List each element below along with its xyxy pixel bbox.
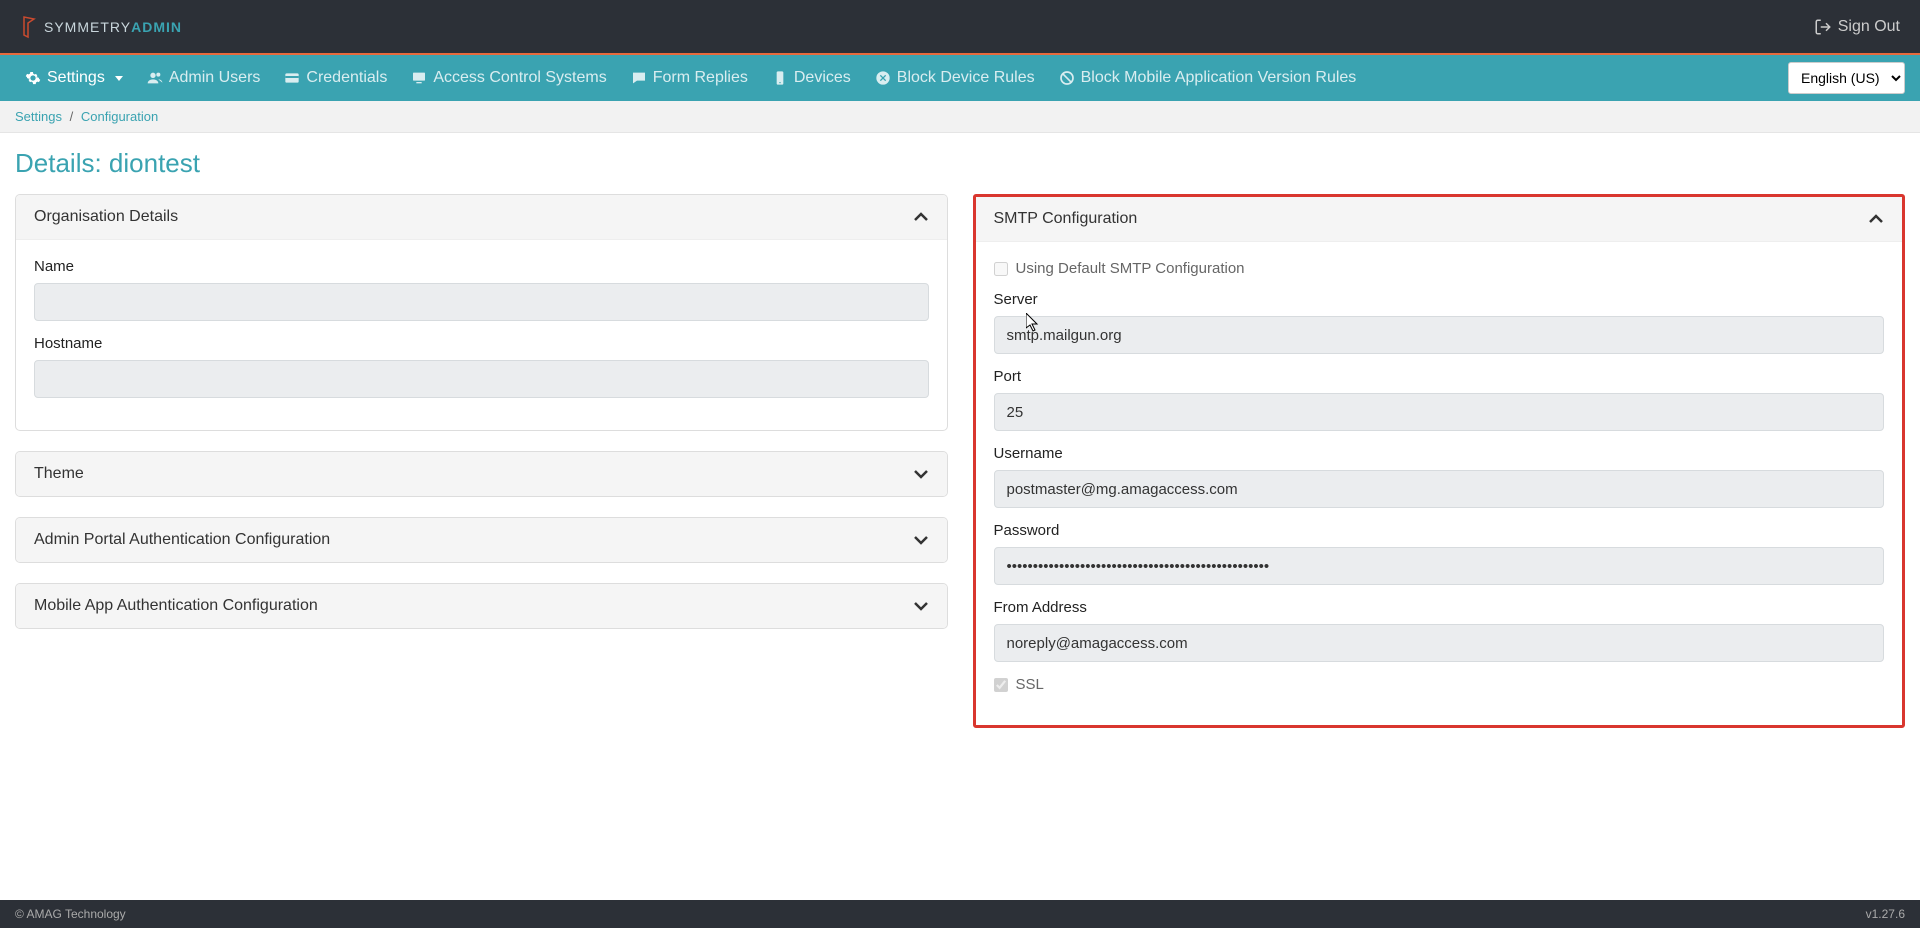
nav-devices[interactable]: Devices (762, 59, 861, 97)
panel-body-org: Name Hostname (16, 240, 947, 430)
nav-credentials-label: Credentials (306, 69, 387, 87)
nav-access-control[interactable]: Access Control Systems (401, 59, 616, 97)
footer: © AMAG Technology v1.27.6 (0, 900, 1920, 928)
sign-out-label: Sign Out (1838, 18, 1900, 36)
chevron-down-icon (913, 535, 929, 545)
label-port: Port (994, 368, 1885, 385)
nav-settings-label: Settings (47, 69, 105, 87)
panel-mobile-auth: Mobile App Authentication Configuration (15, 583, 948, 629)
nav-form-replies[interactable]: Form Replies (621, 59, 758, 97)
comment-icon (631, 70, 647, 86)
chevron-up-icon (913, 212, 929, 222)
label-from-address: From Address (994, 599, 1885, 616)
x-circle-icon (875, 70, 891, 86)
users-icon (147, 70, 163, 86)
nav-admin-users[interactable]: Admin Users (137, 59, 271, 97)
label-hostname: Hostname (34, 335, 929, 352)
panel-header-organisation-details[interactable]: Organisation Details (16, 195, 947, 240)
label-password: Password (994, 522, 1885, 539)
chevron-down-icon (913, 601, 929, 611)
ban-icon (1059, 70, 1075, 86)
gear-icon (25, 70, 41, 86)
nav-credentials[interactable]: Credentials (274, 59, 397, 97)
right-column: SMTP Configuration Using Default SMTP Co… (973, 194, 1906, 728)
breadcrumb-root[interactable]: Settings (15, 109, 62, 124)
panel-admin-auth: Admin Portal Authentication Configuratio… (15, 517, 948, 563)
nav-block-mobile-rules[interactable]: Block Mobile Application Version Rules (1049, 59, 1367, 97)
nav-left: Settings Admin Users Credentials Access … (15, 59, 1366, 97)
nav-bar: Settings Admin Users Credentials Access … (0, 55, 1920, 101)
nav-block-device-rules[interactable]: Block Device Rules (865, 59, 1045, 97)
panel-title-org: Organisation Details (34, 208, 178, 226)
label-name: Name (34, 258, 929, 275)
sign-out-button[interactable]: Sign Out (1814, 18, 1900, 36)
main-content: Details: diontest Organisation Details N… (0, 133, 1920, 743)
input-password[interactable] (994, 547, 1885, 585)
nav-block-device-rules-label: Block Device Rules (897, 69, 1035, 87)
label-use-default-smtp: Using Default SMTP Configuration (1016, 260, 1245, 277)
language-select[interactable]: English (US) (1788, 62, 1905, 94)
columns: Organisation Details Name Hostname (15, 194, 1905, 728)
card-icon (284, 70, 300, 86)
nav-form-replies-label: Form Replies (653, 69, 748, 87)
nav-settings[interactable]: Settings (15, 59, 133, 97)
checkbox-ssl[interactable] (994, 678, 1008, 692)
footer-version: v1.27.6 (1866, 907, 1905, 921)
mobile-icon (772, 70, 788, 86)
input-server[interactable] (994, 316, 1885, 354)
panel-smtp-configuration: SMTP Configuration Using Default SMTP Co… (973, 194, 1906, 728)
panel-title-admin-auth: Admin Portal Authentication Configuratio… (34, 531, 330, 549)
check-ssl: SSL (994, 676, 1885, 693)
panel-title-theme: Theme (34, 465, 84, 483)
monitor-icon (411, 70, 427, 86)
brand-logo[interactable]: SYMMETRYADMIN (20, 15, 182, 39)
nav-devices-label: Devices (794, 69, 851, 87)
input-port[interactable] (994, 393, 1885, 431)
label-ssl: SSL (1016, 676, 1044, 693)
panel-organisation-details: Organisation Details Name Hostname (15, 194, 948, 431)
label-server: Server (994, 291, 1885, 308)
panel-header-theme[interactable]: Theme (16, 452, 947, 496)
left-column: Organisation Details Name Hostname (15, 194, 948, 728)
label-username: Username (994, 445, 1885, 462)
top-bar: SYMMETRYADMIN Sign Out (0, 0, 1920, 55)
main-scroll[interactable]: Details: diontest Organisation Details N… (0, 133, 1920, 900)
panel-header-mobile-auth[interactable]: Mobile App Authentication Configuration (16, 584, 947, 628)
logo-text-1: SYMMETRY (44, 19, 131, 35)
logo-text-2: ADMIN (131, 19, 182, 35)
input-from-address[interactable] (994, 624, 1885, 662)
check-use-default-smtp: Using Default SMTP Configuration (994, 260, 1885, 277)
page-title: Details: diontest (15, 148, 1905, 179)
panel-body-smtp: Using Default SMTP Configuration Server … (976, 242, 1903, 725)
checkbox-use-default-smtp[interactable] (994, 262, 1008, 276)
panel-title-smtp: SMTP Configuration (994, 210, 1138, 228)
panel-theme: Theme (15, 451, 948, 497)
breadcrumb-sep: / (70, 109, 74, 124)
chevron-down-icon (913, 469, 929, 479)
breadcrumb: Settings / Configuration (0, 101, 1920, 133)
input-username[interactable] (994, 470, 1885, 508)
nav-admin-users-label: Admin Users (169, 69, 261, 87)
panel-header-smtp[interactable]: SMTP Configuration (976, 197, 1903, 242)
nav-block-mobile-rules-label: Block Mobile Application Version Rules (1081, 69, 1357, 87)
input-hostname[interactable] (34, 360, 929, 398)
panel-header-admin-auth[interactable]: Admin Portal Authentication Configuratio… (16, 518, 947, 562)
input-name[interactable] (34, 283, 929, 321)
nav-access-control-label: Access Control Systems (433, 69, 606, 87)
panel-title-mobile-auth: Mobile App Authentication Configuration (34, 597, 318, 615)
chevron-up-icon (1868, 214, 1884, 224)
logo-icon (20, 15, 40, 39)
footer-copyright: © AMAG Technology (15, 907, 126, 921)
sign-out-icon (1814, 18, 1832, 36)
breadcrumb-current: Configuration (81, 109, 158, 124)
